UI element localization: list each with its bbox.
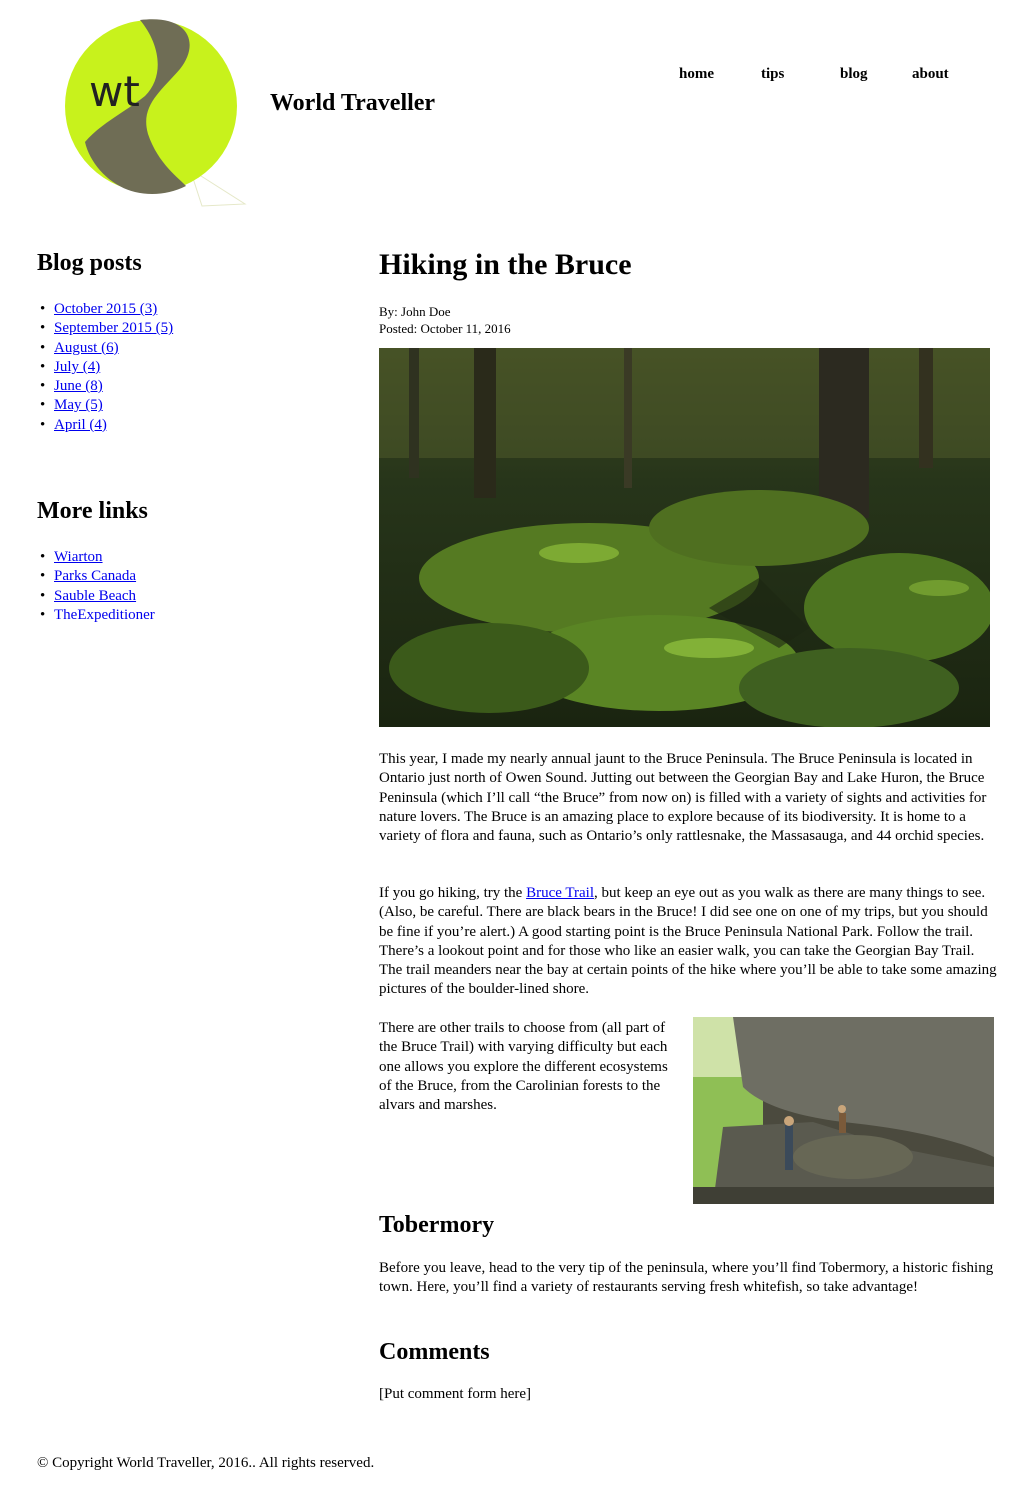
list-item: Sauble Beach (37, 587, 337, 607)
comments-heading: Comments (379, 1339, 490, 1365)
list-item: June (8) (37, 377, 337, 397)
external-link[interactable]: TheExpeditioner (54, 607, 155, 623)
list-item: September 2015 (5) (37, 319, 337, 339)
nav-about[interactable]: about (912, 66, 949, 83)
post-date: Posted: October 11, 2016 (379, 321, 511, 336)
list-item: August (6) (37, 339, 337, 359)
main-nav: home tips blog about (660, 66, 980, 90)
post-author: By: John Doe (379, 304, 451, 319)
post-meta: By: John Doe Posted: October 11, 2016 (379, 303, 511, 337)
more-links-heading: More links (37, 498, 148, 524)
list-item: Wiarton (37, 548, 337, 568)
paragraph-text: , but keep an eye out as you walk as the… (379, 885, 997, 998)
nav-tips[interactable]: tips (761, 66, 784, 83)
post-paragraph: If you go hiking, try the Bruce Trail, b… (379, 884, 1001, 1000)
footer-copyright: © Copyright World Traveller, 2016.. All … (37, 1455, 375, 1471)
archive-link[interactable]: April (4) (54, 417, 107, 433)
post-paragraph: This year, I made my nearly annual jaunt… (379, 751, 987, 845)
archive-link[interactable]: August (6) (54, 340, 119, 356)
post-paragraph: There are other trails to choose from (a… (379, 1020, 668, 1114)
paragraph-text: If you go hiking, try the (379, 885, 527, 901)
site-title: World Traveller (270, 90, 436, 116)
external-link[interactable]: Sauble Beach (54, 588, 136, 604)
more-links-list: Wiarton Parks Canada Sauble Beach TheExp… (37, 548, 337, 625)
archive-link[interactable]: September 2015 (5) (54, 320, 173, 336)
list-item: Parks Canada (37, 567, 337, 587)
archive-link[interactable]: May (5) (54, 397, 103, 413)
archive-link[interactable]: June (8) (54, 378, 103, 394)
list-item: October 2015 (3) (37, 300, 337, 320)
archive-link[interactable]: October 2015 (3) (54, 301, 157, 317)
cave-photo (693, 1017, 994, 1204)
comment-form-placeholder: [Put comment form here] (379, 1386, 532, 1402)
post-title: Hiking in the Bruce (379, 248, 632, 281)
list-item: TheExpeditioner (37, 606, 337, 626)
logo-icon: wt (65, 19, 247, 207)
list-item: July (4) (37, 358, 337, 378)
blog-posts-heading: Blog posts (37, 250, 142, 276)
nav-home[interactable]: home (679, 66, 714, 83)
list-item: May (5) (37, 396, 337, 416)
bruce-trail-link[interactable]: Bruce Trail (526, 885, 594, 901)
site-logo[interactable]: wt (40, 14, 250, 214)
list-item: April (4) (37, 416, 337, 436)
archive-list: October 2015 (3) September 2015 (5) Augu… (37, 300, 337, 435)
external-link[interactable]: Parks Canada (54, 568, 136, 584)
logo-text: wt (89, 67, 140, 116)
forest-photo (379, 348, 990, 727)
external-link[interactable]: Wiarton (54, 549, 103, 565)
tobermory-heading: Tobermory (379, 1212, 495, 1238)
post-paragraph: Before you leave, head to the very tip o… (379, 1260, 994, 1296)
archive-link[interactable]: July (4) (54, 359, 100, 375)
nav-blog[interactable]: blog (840, 66, 868, 83)
